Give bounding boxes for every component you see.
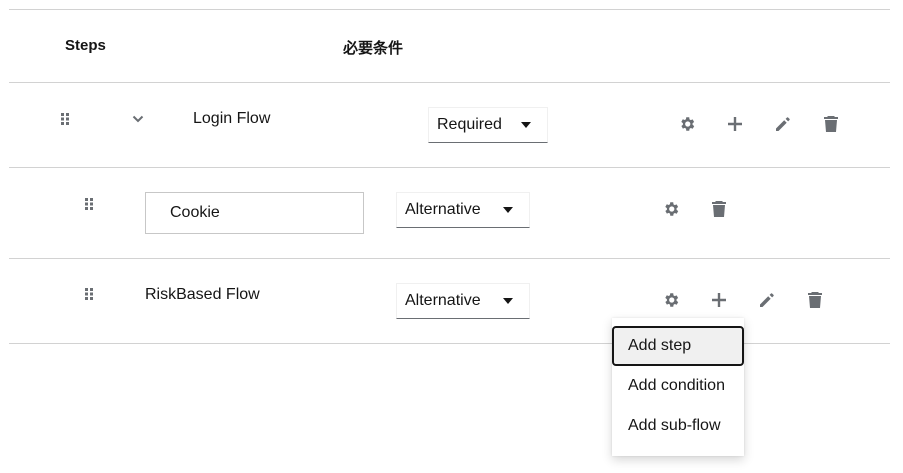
gear-icon[interactable] bbox=[659, 197, 683, 221]
divider bbox=[9, 82, 890, 83]
caret-down-icon bbox=[503, 298, 513, 304]
requirement-select-value: Alternative bbox=[405, 201, 481, 218]
divider bbox=[9, 9, 890, 10]
pencil-icon[interactable] bbox=[755, 288, 779, 312]
trash-icon[interactable] bbox=[819, 112, 843, 136]
plus-icon[interactable] bbox=[707, 288, 731, 312]
flow-name: RiskBased Flow bbox=[145, 286, 260, 303]
requirement-select-value: Alternative bbox=[405, 292, 481, 309]
pencil-icon[interactable] bbox=[771, 112, 795, 136]
step-name-box: Cookie bbox=[145, 192, 364, 234]
chevron-down-icon[interactable] bbox=[131, 112, 145, 126]
drag-handle-icon[interactable] bbox=[59, 111, 71, 127]
flow-steps-table: Steps 必要条件 Login Flow Required Cookie Al… bbox=[0, 0, 903, 473]
plus-icon[interactable] bbox=[723, 112, 747, 136]
column-header-steps: Steps bbox=[65, 37, 106, 54]
menu-item-add-sub-flow[interactable]: Add sub-flow bbox=[612, 406, 744, 446]
caret-down-icon bbox=[503, 207, 513, 213]
gear-icon[interactable] bbox=[675, 112, 699, 136]
requirement-select[interactable]: Alternative bbox=[396, 192, 530, 228]
divider bbox=[9, 343, 890, 344]
trash-icon[interactable] bbox=[803, 288, 827, 312]
requirement-select[interactable]: Required bbox=[428, 107, 548, 143]
drag-handle-icon[interactable] bbox=[83, 196, 95, 212]
caret-down-icon bbox=[521, 122, 531, 128]
menu-item-add-step[interactable]: Add step bbox=[612, 326, 744, 366]
divider bbox=[9, 167, 890, 168]
flow-name: Login Flow bbox=[193, 110, 271, 127]
trash-icon[interactable] bbox=[707, 197, 731, 221]
column-header-requirement: 必要条件 bbox=[343, 40, 404, 57]
add-menu: Add step Add condition Add sub-flow bbox=[612, 318, 744, 456]
gear-icon[interactable] bbox=[659, 288, 683, 312]
divider bbox=[9, 258, 890, 259]
requirement-select-value: Required bbox=[437, 116, 502, 133]
requirement-select[interactable]: Alternative bbox=[396, 283, 530, 319]
drag-handle-icon[interactable] bbox=[83, 286, 95, 302]
menu-item-add-condition[interactable]: Add condition bbox=[612, 366, 744, 406]
